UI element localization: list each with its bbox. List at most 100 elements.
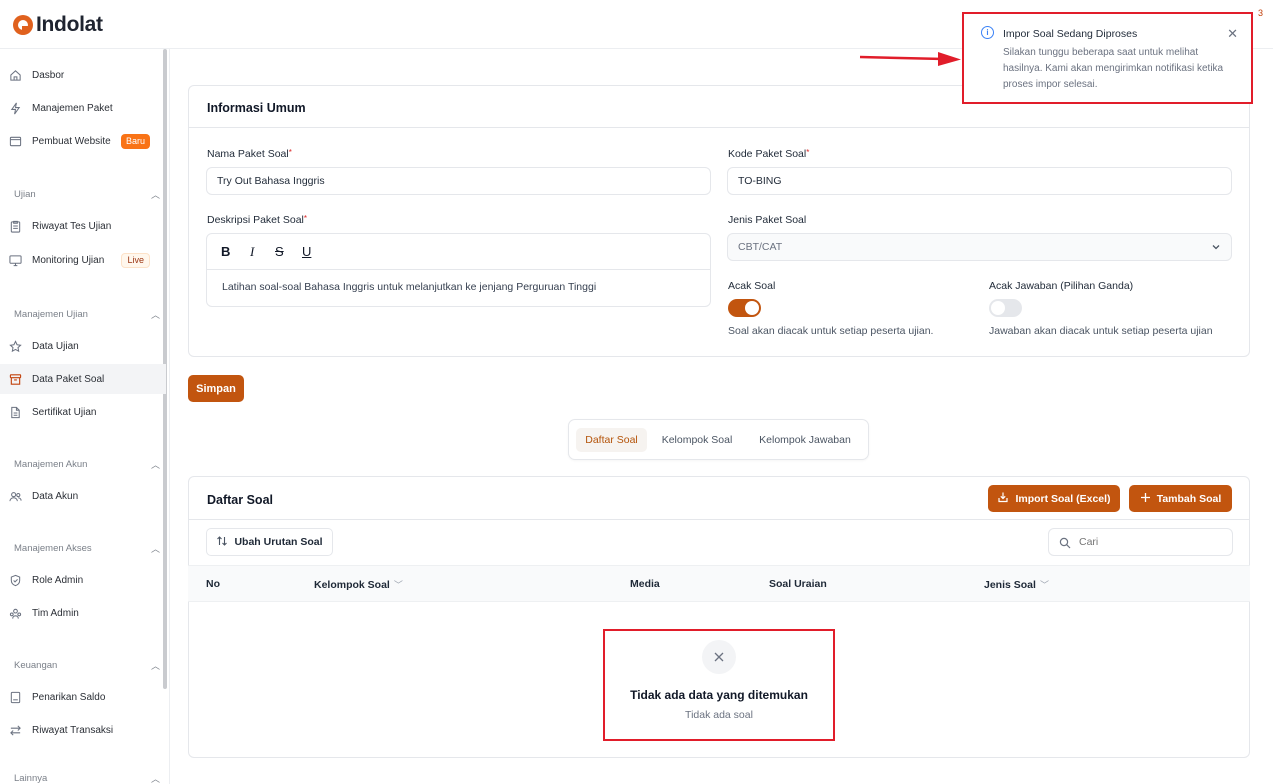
section-label: Manajemen Ujian xyxy=(14,309,88,320)
column-no: No xyxy=(206,578,220,590)
sidebar-item-data-ujian[interactable]: Data Ujian xyxy=(0,331,166,361)
chevron-up-icon: ︿ xyxy=(150,310,160,320)
tab-kelompok-soal[interactable]: Kelompok Soal xyxy=(653,428,741,452)
package-type-value: CBT/CAT xyxy=(738,241,783,253)
chevron-up-icon: ︿ xyxy=(150,774,160,784)
sidebar-item-manajemen-paket[interactable]: Manajemen Paket xyxy=(0,93,166,123)
sidebar-item-label: Riwayat Transaksi xyxy=(32,724,114,736)
chevron-down-icon: ﹀ xyxy=(1039,580,1049,590)
monitor-icon xyxy=(9,254,22,267)
star-icon xyxy=(9,339,22,353)
strikethrough-button[interactable]: S xyxy=(275,244,284,259)
shuffle-questions-toggle[interactable] xyxy=(728,299,761,317)
users-icon xyxy=(9,490,22,503)
card-title: Daftar Soal xyxy=(207,493,273,507)
sidebar-item-data-akun[interactable]: Data Akun xyxy=(0,481,166,511)
column-label: Jenis Soal xyxy=(984,579,1036,591)
receipt-icon xyxy=(9,691,22,704)
sidebar-item-data-paket-soal[interactable]: Data Paket Soal xyxy=(0,364,166,394)
chevron-up-icon: ︿ xyxy=(150,661,160,671)
live-badge: Live xyxy=(121,252,150,268)
package-code-input[interactable]: TO-BING xyxy=(727,167,1232,195)
sidebar: Dasbor Manajemen Paket Pembuat Website B… xyxy=(0,49,170,784)
save-button[interactable]: Simpan xyxy=(188,375,244,402)
browser-icon xyxy=(9,135,22,148)
sidebar-item-label: Monitoring Ujian xyxy=(32,254,105,266)
sidebar-item-label: Role Admin xyxy=(32,574,84,586)
italic-button[interactable]: I xyxy=(250,244,254,260)
description-editor: B I S U Latihan soal-soal Bahasa Inggris… xyxy=(206,233,711,307)
sidebar-item-penarikan-saldo[interactable]: Penarikan Saldo xyxy=(0,682,166,712)
description-label-text: Deskripsi Paket Soal xyxy=(207,214,304,226)
reorder-questions-button[interactable]: Ubah Urutan Soal xyxy=(206,528,333,556)
tab-daftar-soal[interactable]: Daftar Soal xyxy=(576,428,647,452)
description-text-area[interactable]: Latihan soal-soal Bahasa Inggris untuk m… xyxy=(222,281,596,293)
sidebar-item-sertifikat-ujian[interactable]: Sertifikat Ujian xyxy=(0,397,166,427)
section-label: Manajemen Akses xyxy=(14,543,92,554)
sidebar-item-label: Data Akun xyxy=(32,490,79,502)
search-input[interactable] xyxy=(1079,534,1219,550)
sidebar-item-label: Riwayat Tes Ujian xyxy=(32,220,112,232)
required-mark: * xyxy=(288,148,292,157)
section-label: Manajemen Akun xyxy=(14,459,88,470)
section-label: Keuangan xyxy=(14,660,58,671)
section-lainnya[interactable]: Lainnya ︿ xyxy=(14,773,160,784)
code-label: Kode Paket Soal* xyxy=(728,148,809,160)
archive-icon xyxy=(9,373,22,386)
section-manajemen-ujian[interactable]: Manajemen Ujian ︿ xyxy=(14,308,160,321)
package-type-select[interactable]: CBT/CAT xyxy=(727,233,1232,261)
highlight-box-toast xyxy=(962,12,1253,104)
sidebar-item-monitoring-ujian[interactable]: Monitoring Ujian Live xyxy=(0,245,166,275)
lightning-icon xyxy=(9,102,22,115)
general-info-card: Informasi Umum xyxy=(188,85,1250,357)
brand-logo[interactable]: Indolat xyxy=(13,13,103,37)
search-box[interactable] xyxy=(1048,528,1233,556)
section-manajemen-akses[interactable]: Manajemen Akses ︿ xyxy=(14,542,160,555)
sidebar-item-label: Sertifikat Ujian xyxy=(32,406,97,418)
sidebar-item-role-admin[interactable]: Role Admin xyxy=(0,565,166,595)
section-keuangan[interactable]: Keuangan ︿ xyxy=(14,659,160,672)
section-manajemen-akun[interactable]: Manajemen Akun ︿ xyxy=(14,458,160,471)
type-label: Jenis Paket Soal xyxy=(728,214,807,226)
reorder-label: Ubah Urutan Soal xyxy=(234,536,323,548)
editor-toolbar: B I S U xyxy=(207,234,710,270)
chevron-down-icon xyxy=(1211,242,1221,255)
arrow-annotation xyxy=(859,52,961,66)
sidebar-item-dasbor[interactable]: Dasbor xyxy=(0,60,166,90)
add-question-button[interactable]: Tambah Soal xyxy=(1129,485,1232,512)
tab-kelompok-jawaban[interactable]: Kelompok Jawaban xyxy=(747,428,863,452)
column-kelompok-soal[interactable]: Kelompok Soal ﹀ xyxy=(314,578,403,591)
document-icon xyxy=(9,406,22,419)
sidebar-item-label: Penarikan Saldo xyxy=(32,691,106,703)
sidebar-item-label: Data Paket Soal xyxy=(32,373,105,385)
package-name-input[interactable]: Try Out Bahasa Inggris xyxy=(206,167,711,195)
shield-check-icon xyxy=(9,574,22,587)
sidebar-item-pembuat-website[interactable]: Pembuat Website Baru xyxy=(0,126,166,156)
sidebar-item-label: Pembuat Website xyxy=(32,135,111,147)
brand-name: Indolat xyxy=(36,13,103,36)
sidebar-item-label: Data Ujian xyxy=(32,340,79,352)
toggle-knob xyxy=(991,301,1005,315)
shuffle-questions-label: Acak Soal xyxy=(728,280,776,292)
sidebar-item-label: Dasbor xyxy=(32,69,65,81)
description-label: Deskripsi Paket Soal* xyxy=(207,214,307,226)
sort-icon xyxy=(216,535,228,550)
section-label: Lainnya xyxy=(14,773,48,784)
notification-count[interactable]: 3 xyxy=(1258,8,1263,18)
table-header: No Kelompok Soal ﹀ Media Soal Uraian Jeni… xyxy=(188,565,1250,602)
bold-button[interactable]: B xyxy=(221,244,230,259)
column-label: Kelompok Soal xyxy=(314,579,390,591)
sidebar-item-tim-admin[interactable]: Tim Admin xyxy=(0,598,166,628)
sidebar-item-riwayat-tes-ujian[interactable]: Riwayat Tes Ujian xyxy=(0,211,166,241)
import-excel-button[interactable]: Import Soal (Excel) xyxy=(988,485,1120,512)
column-jenis-soal[interactable]: Jenis Soal ﹀ xyxy=(984,578,1049,591)
card-title: Informasi Umum xyxy=(207,101,306,115)
section-ujian[interactable]: Ujian ︿ xyxy=(14,188,160,201)
sidebar-item-riwayat-transaksi[interactable]: Riwayat Transaksi xyxy=(0,715,166,745)
code-label-text: Kode Paket Soal xyxy=(728,148,807,160)
underline-button[interactable]: U xyxy=(302,244,311,259)
import-excel-label: Import Soal (Excel) xyxy=(1015,492,1111,505)
team-icon xyxy=(9,607,22,620)
chevron-up-icon: ︿ xyxy=(150,460,160,470)
shuffle-answers-toggle[interactable] xyxy=(989,299,1022,317)
